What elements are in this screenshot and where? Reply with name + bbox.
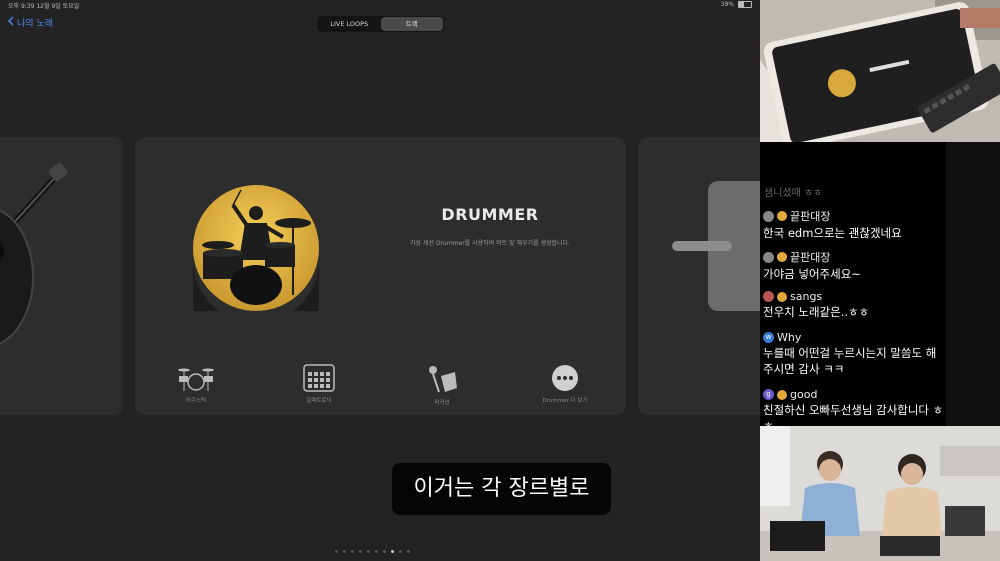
chat-username: Why — [777, 331, 802, 344]
chat-username: 끝판대장 — [790, 251, 831, 264]
badge-icon — [777, 211, 787, 221]
page-dot[interactable] — [383, 550, 386, 553]
battery-percent: 39% — [720, 1, 734, 8]
page-dot[interactable] — [335, 550, 338, 553]
chat-username: 끝판대장 — [790, 210, 831, 223]
chevron-left-icon — [7, 16, 14, 29]
chat-partial-message: 샘니셨때 ㅎㅎ — [764, 188, 823, 199]
mixer-slider-icon — [672, 181, 760, 311]
live-chat: 샘니셨때 ㅎㅎ 끝판대장 한국 edm으로는 괜찮겠네요 끝판대장 가야금 넣어… — [760, 142, 946, 426]
video-subtitle: 이거는 각 장르별로 — [392, 463, 611, 515]
status-time: 오후 9:39 12월 9일 토요일 — [8, 3, 80, 10]
page-indicator[interactable] — [335, 550, 410, 553]
badge-icon — [777, 252, 787, 262]
avatar: g — [763, 389, 774, 400]
option-label: 일렉트로닉 — [306, 398, 332, 404]
chat-text: 전우치 노래같은..ㅎㅎ — [763, 305, 870, 319]
option-acoustic[interactable]: 어쿠스틱 — [156, 364, 236, 404]
chat-message: sangs 전우치 노래같은..ㅎㅎ — [763, 290, 945, 320]
avatar: w — [763, 332, 774, 343]
option-percussion[interactable]: 퍼커션 — [402, 364, 482, 406]
page-dot[interactable] — [407, 550, 410, 553]
percussion-icon — [429, 366, 457, 393]
drummer-options: 어쿠스틱 일렉트로닉 퍼커션 Drummer 더 보기 — [135, 364, 626, 414]
avatar — [763, 251, 774, 263]
presenter-camera-feed — [760, 426, 1000, 561]
chat-side-panel — [946, 142, 1000, 426]
page-dot[interactable] — [351, 550, 354, 553]
badge-icon — [777, 389, 787, 400]
chat-message: 끝판대장 가야금 넣어주세요~ — [763, 249, 945, 282]
drum-kit-icon — [178, 368, 214, 391]
chat-text: 누를때 어떤걸 누르시는지 말씀도 해주시면 감사 ㅋㅋ — [763, 346, 937, 376]
chat-username: good — [790, 388, 818, 401]
chat-message: w Why 누를때 어떤걸 누르시는지 말씀도 해주시면 감사 ㅋㅋ — [763, 331, 945, 377]
overhead-camera-feed — [760, 0, 1000, 142]
page-dot[interactable] — [343, 550, 346, 553]
page-dot[interactable] — [399, 550, 402, 553]
ipad-screen: 오후 9:39 12월 9일 토요일 39% 나의 노래 LIVE LOOPS … — [0, 0, 760, 561]
battery-icon — [738, 1, 752, 8]
page-dot[interactable] — [367, 550, 370, 553]
more-icon — [552, 365, 578, 391]
tab-live-loops[interactable]: LIVE LOOPS — [318, 17, 381, 31]
status-bar: 오후 9:39 12월 9일 토요일 39% — [0, 0, 760, 10]
drum-machine-icon — [303, 364, 335, 392]
chat-message: 끝판대장 한국 edm으로는 괜찮겠네요 — [763, 208, 945, 241]
card-title: DRUMMER — [441, 205, 539, 224]
chat-username: sangs — [790, 290, 823, 303]
avatar — [763, 291, 774, 302]
chat-message: g good 친절하신 오빠두선생님 감사합니다 ㅎㅎ — [763, 388, 945, 426]
instrument-card-prev[interactable] — [0, 137, 123, 415]
card-description: 가상 세션 Drummer를 사용하여 비트 및 채우기를 생성합니다. — [410, 240, 570, 247]
presenters-image — [760, 426, 1000, 561]
chat-text: 한국 edm으로는 괜찮겠네요 — [763, 226, 902, 240]
drummer-card[interactable]: DRUMMER 가상 세션 Drummer를 사용하여 비트 및 채우기를 생성… — [135, 137, 626, 415]
instrument-card-next[interactable] — [638, 137, 760, 415]
option-label: 퍼커션 — [434, 400, 450, 406]
drummer-icon — [193, 185, 319, 311]
page-dot[interactable] — [375, 550, 378, 553]
back-button[interactable]: 나의 노래 — [7, 16, 53, 29]
page-dot[interactable] — [391, 550, 394, 553]
option-electronic[interactable]: 일렉트로닉 — [279, 364, 359, 404]
tab-tracks[interactable]: 트랙 — [380, 17, 443, 31]
avatar — [763, 210, 774, 222]
option-label: Drummer 더 보기 — [542, 398, 588, 404]
view-segmented-control: LIVE LOOPS 트랙 — [317, 16, 444, 32]
guitar-icon — [0, 162, 68, 345]
badge-icon — [777, 291, 787, 302]
option-label: 어쿠스틱 — [185, 398, 207, 404]
page-dot[interactable] — [359, 550, 362, 553]
chat-text: 친절하신 오빠두선생님 감사합니다 ㅎㅎ — [763, 403, 944, 426]
camera-scene-image — [760, 0, 1000, 142]
option-more-drummer[interactable]: Drummer 더 보기 — [525, 364, 605, 404]
chat-text: 가야금 넣어주세요~ — [763, 267, 861, 281]
back-label: 나의 노래 — [17, 19, 53, 29]
